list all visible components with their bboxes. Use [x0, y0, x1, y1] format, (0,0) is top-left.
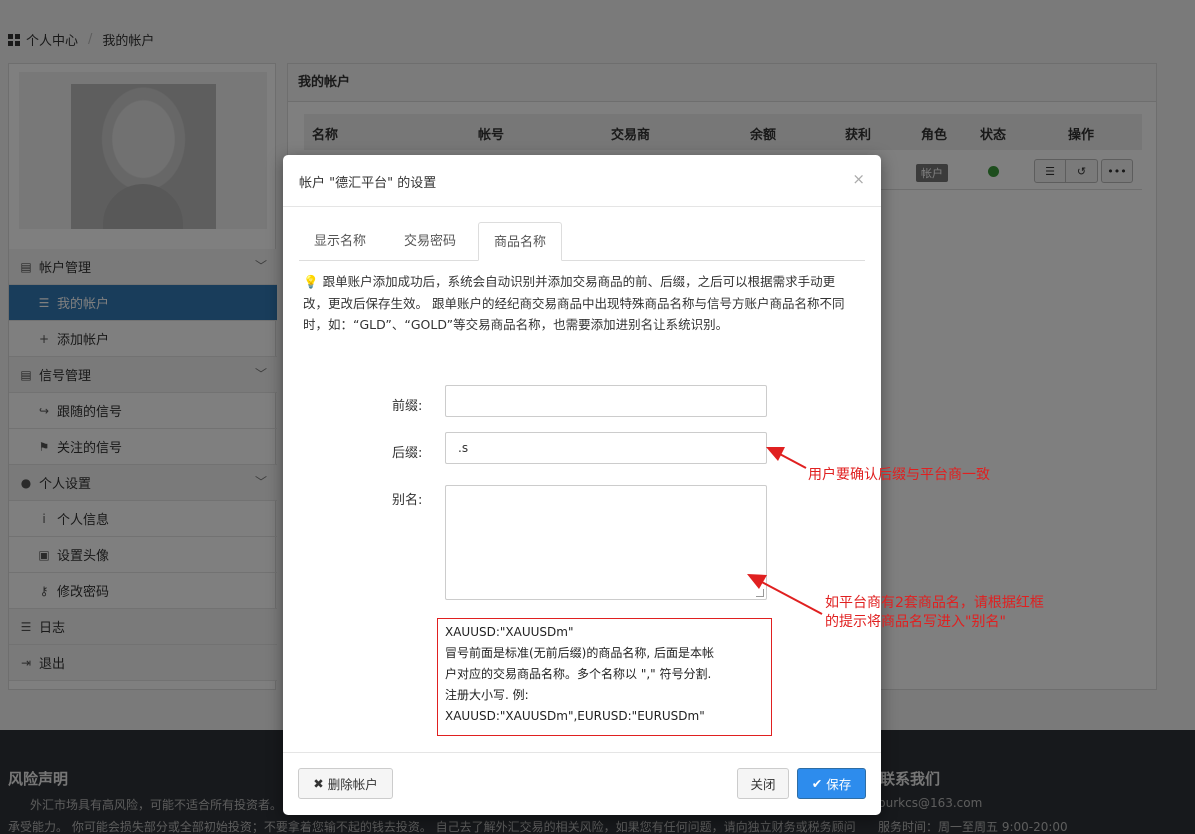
alias-arrowhead	[747, 574, 767, 589]
alias-annotation-line1: 如平台商有2套商品名，请根据红框	[825, 595, 1044, 611]
alias-arrow-line	[757, 579, 823, 615]
annotation-arrows	[747, 447, 823, 615]
alias-annotation-line2: 的提示将商品名写进入"别名"	[825, 614, 1006, 630]
suffix-annotation: 用户要确认后缀与平台商一致	[808, 467, 990, 483]
suffix-arrowhead	[766, 447, 785, 461]
